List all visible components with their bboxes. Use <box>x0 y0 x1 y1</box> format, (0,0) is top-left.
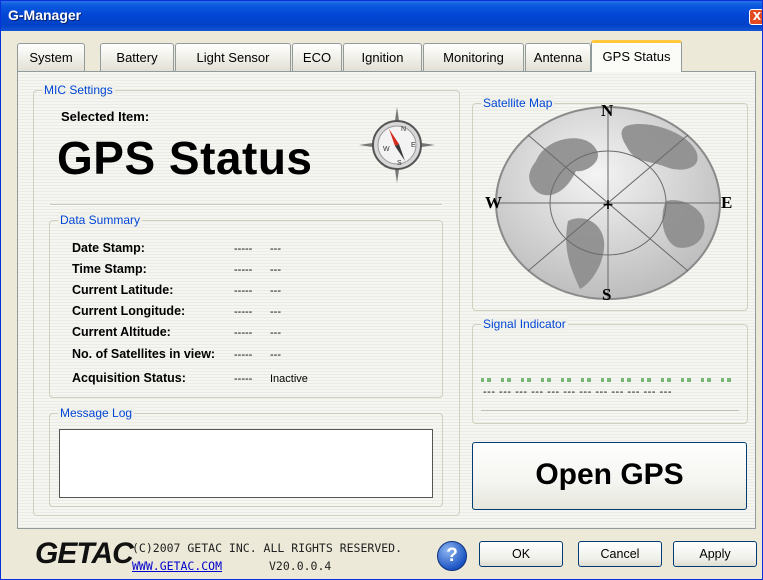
window-title: G-Manager <box>8 7 82 23</box>
latitude-value: --- <box>270 285 281 297</box>
getac-website-link[interactable]: WWW.GETAC.COM <box>132 559 222 573</box>
help-icon[interactable]: ? <box>437 541 467 571</box>
getac-logo: GETAC <box>35 537 134 570</box>
version-text: V20.0.0.4 <box>269 559 332 573</box>
title-bar[interactable]: G-Manager X <box>1 1 762 31</box>
acquisition-status-dash: ----- <box>234 373 253 385</box>
longitude-value: --- <box>270 306 281 318</box>
altitude-dash: ----- <box>234 327 253 339</box>
date-stamp-value: --- <box>270 243 281 255</box>
tab-battery[interactable]: Battery <box>100 43 174 71</box>
north-label: N <box>601 101 614 120</box>
selected-item-label: Selected Item: <box>61 109 150 124</box>
selected-item-title: GPS Status <box>57 132 313 184</box>
east-label: E <box>721 193 733 212</box>
signal-indicator-group: Signal Indicator <box>472 317 748 424</box>
separator <box>50 204 442 206</box>
message-log-box[interactable] <box>59 429 433 498</box>
tab-gps-status[interactable]: GPS Status <box>591 40 682 72</box>
apply-button[interactable]: Apply <box>673 541 757 567</box>
acquisition-status-label: Acquisition Status: <box>72 371 186 385</box>
acquisition-status-value: Inactive <box>270 373 308 385</box>
altitude-value: --- <box>270 327 281 339</box>
signal-level-bars <box>481 378 739 382</box>
compass-icon: N W E S <box>359 107 435 183</box>
svg-text:N: N <box>401 126 406 133</box>
satellites-value: --- <box>270 349 281 361</box>
svg-text:S: S <box>397 160 402 167</box>
open-gps-button[interactable]: Open GPS <box>472 442 747 510</box>
time-stamp-dash: ----- <box>234 264 253 276</box>
time-stamp-value: --- <box>270 264 281 276</box>
tab-monitoring[interactable]: Monitoring <box>423 43 524 71</box>
data-summary-legend: Data Summary <box>58 213 143 227</box>
tab-system[interactable]: System <box>17 43 85 71</box>
south-label: S <box>602 285 612 304</box>
tab-antenna[interactable]: Antenna <box>525 43 591 71</box>
satellite-map: + <box>495 106 721 300</box>
longitude-label: Current Longitude: <box>72 304 186 318</box>
satellites-label: No. of Satellites in view: <box>72 347 216 361</box>
close-button[interactable]: X <box>749 9 762 25</box>
message-log-legend: Message Log <box>58 406 135 420</box>
date-stamp-label: Date Stamp: <box>72 241 145 255</box>
satellites-dash: ----- <box>234 349 253 361</box>
signal-channel-dashes: --- --- --- --- --- --- --- --- --- --- … <box>483 386 672 398</box>
longitude-dash: ----- <box>234 306 253 318</box>
svg-text:E: E <box>411 142 416 149</box>
west-label: W <box>485 193 502 212</box>
ok-button[interactable]: OK <box>479 541 563 567</box>
date-stamp-dash: ----- <box>234 243 253 255</box>
cancel-button[interactable]: Cancel <box>578 541 662 567</box>
latitude-dash: ----- <box>234 285 253 297</box>
mic-settings-legend: MIC Settings <box>42 83 115 97</box>
signal-indicator-legend: Signal Indicator <box>481 317 568 331</box>
altitude-label: Current Altitude: <box>72 325 171 339</box>
latitude-label: Current Latitude: <box>72 283 174 297</box>
svg-text:W: W <box>383 146 390 153</box>
tab-eco[interactable]: ECO <box>292 43 342 71</box>
tab-ignition[interactable]: Ignition <box>343 43 422 71</box>
signal-divider <box>481 410 739 411</box>
time-stamp-label: Time Stamp: <box>72 262 147 276</box>
g-manager-window: G-Manager X System Battery Light Sensor … <box>0 0 763 580</box>
tab-light-sensor[interactable]: Light Sensor <box>175 43 291 71</box>
copyright-text: (C)2007 GETAC INC. ALL RIGHTS RESERVED. <box>132 541 403 555</box>
svg-text:+: + <box>602 197 614 213</box>
